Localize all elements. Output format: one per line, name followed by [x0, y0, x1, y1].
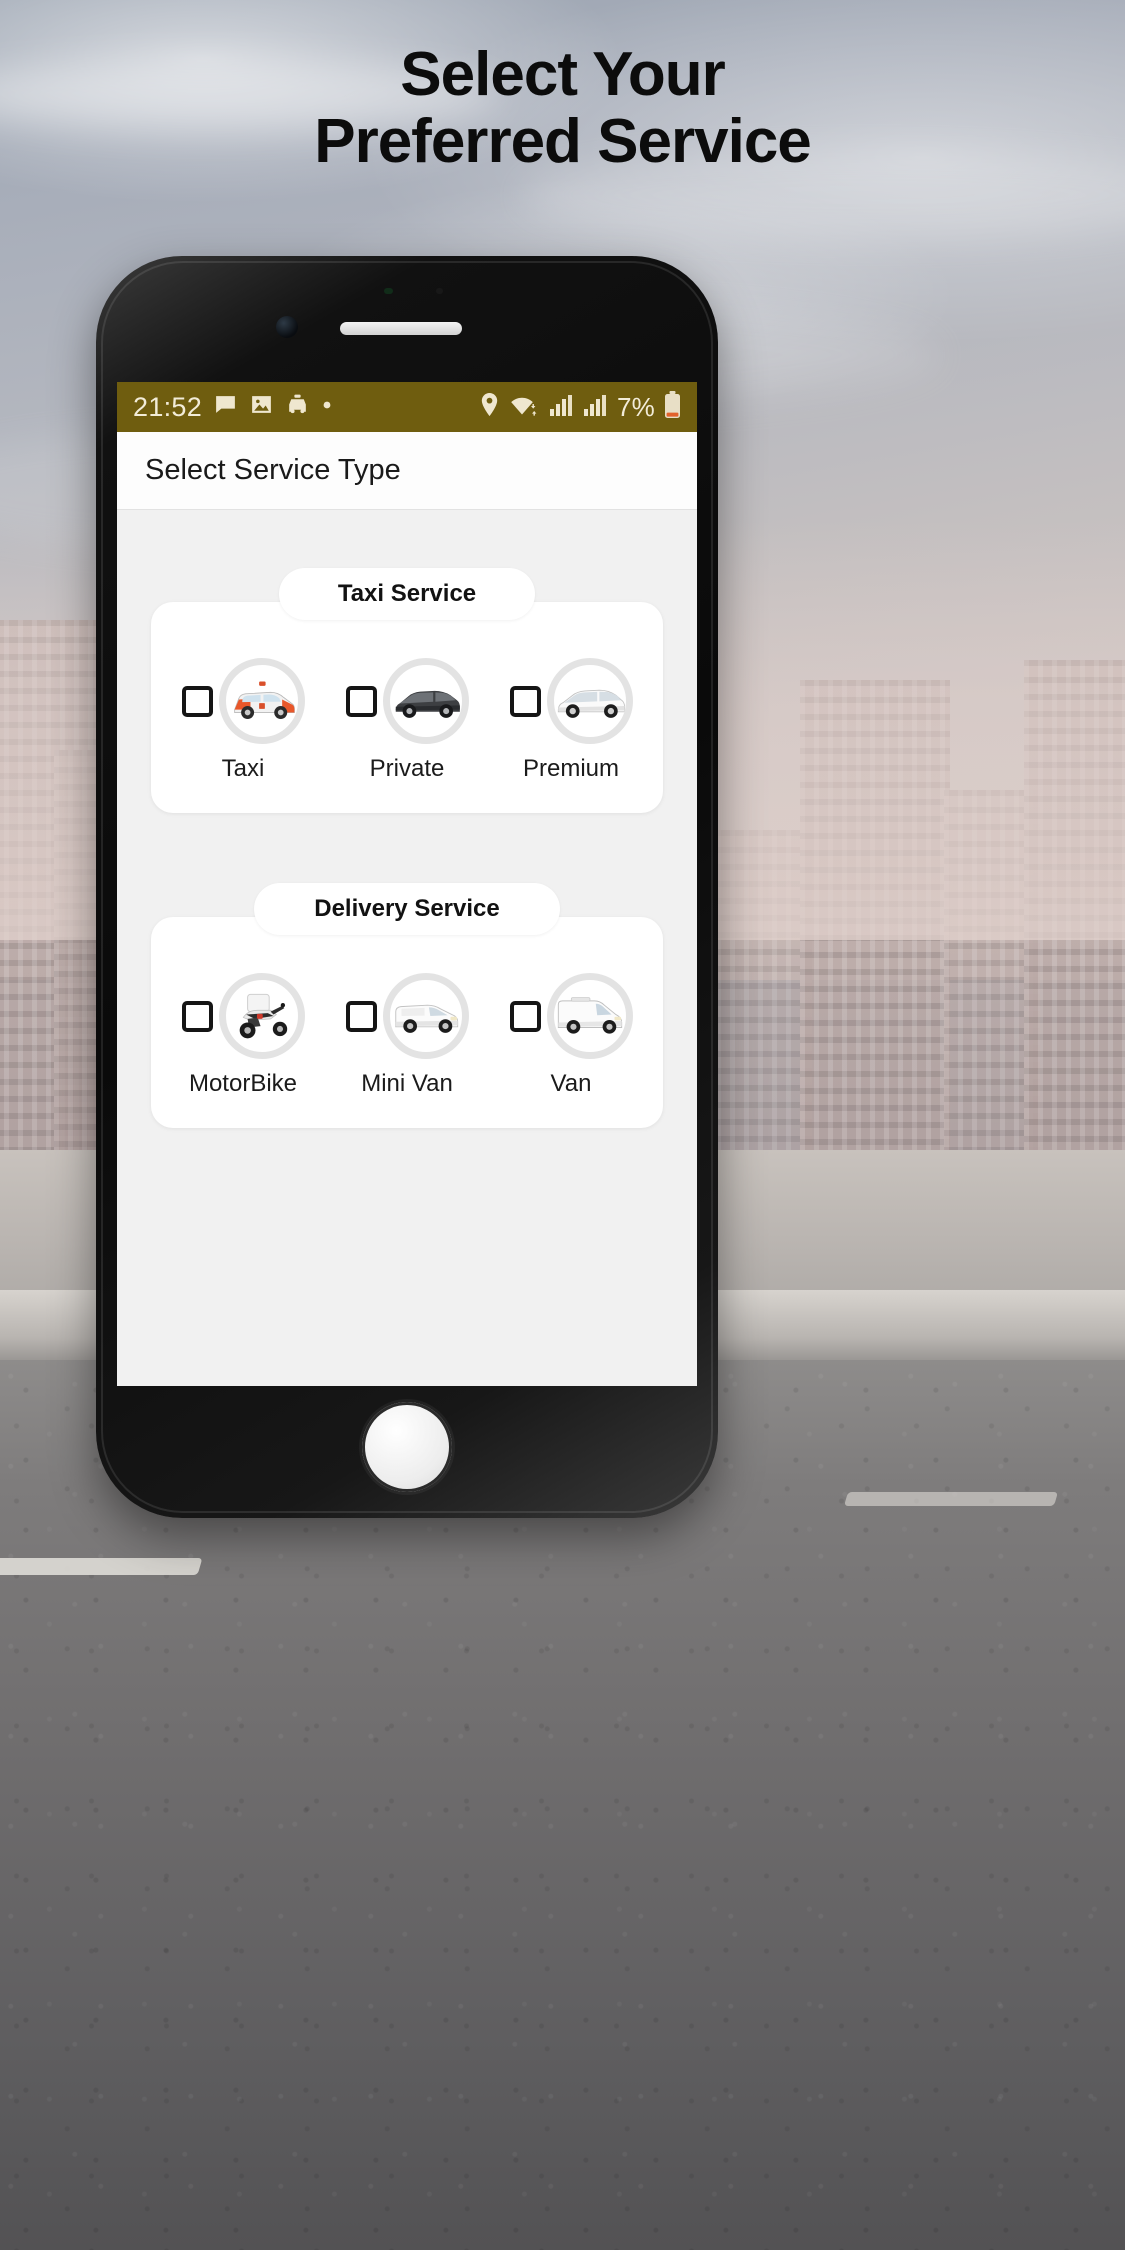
front-camera-icon	[276, 316, 298, 338]
section-title-taxi-service: Taxi Service	[279, 568, 535, 620]
battery-percent: 7%	[617, 391, 655, 422]
lane-marking	[843, 1492, 1059, 1506]
option-private[interactable]: Private	[332, 658, 482, 783]
option-van-control[interactable]	[509, 973, 633, 1059]
page-title-line-1: Select Your	[400, 40, 725, 109]
option-row-delivery: MotorBike Mini Van Van	[151, 973, 663, 1098]
section-delivery-service: Delivery Service MotorBike Mini Van Van	[117, 883, 697, 1128]
option-mini-van-control[interactable]	[345, 973, 469, 1059]
dot-more-icon	[321, 398, 333, 416]
app-bar: Select Service Type	[117, 432, 697, 510]
image-icon	[249, 392, 274, 422]
card-taxi-service: Taxi Private Premium	[151, 602, 663, 813]
option-van[interactable]: Van	[496, 973, 646, 1098]
sedan-dark-icon[interactable]	[382, 658, 469, 744]
option-premium[interactable]: Premium	[496, 658, 646, 783]
option-premium-control[interactable]	[509, 658, 633, 744]
scooter-icon[interactable]	[218, 973, 305, 1059]
status-time: 21:52	[133, 391, 203, 422]
checkbox-mini-van[interactable]	[345, 1000, 377, 1032]
option-motorbike-control[interactable]	[181, 973, 305, 1059]
page-title-line-2: Preferred Service	[314, 106, 812, 176]
mini-van-icon[interactable]	[382, 973, 469, 1059]
option-label-private: Private	[369, 755, 445, 782]
status-bar: 21:52 7%	[117, 382, 697, 432]
status-bar-left: 21:52	[133, 392, 333, 423]
option-label-taxi: Taxi	[221, 755, 265, 782]
message-icon	[213, 392, 238, 422]
signal-bars-icon	[549, 393, 574, 422]
phone-top-bezel	[96, 256, 718, 386]
checkbox-van[interactable]	[509, 1000, 541, 1032]
sensor-indicator-icon	[384, 288, 393, 294]
option-motorbike[interactable]: MotorBike	[168, 973, 318, 1098]
service-selection-content: Taxi Service Taxi Private Premium Delive…	[117, 510, 697, 1386]
option-private-control[interactable]	[345, 658, 469, 744]
earpiece-speaker	[340, 322, 462, 335]
signal-bars-2-icon	[583, 393, 608, 422]
option-taxi-control[interactable]	[181, 658, 305, 744]
option-label-motorbike: MotorBike	[188, 1070, 298, 1097]
option-mini-van[interactable]: Mini Van	[332, 973, 482, 1098]
checkbox-private[interactable]	[345, 685, 377, 717]
location-pin-icon	[478, 392, 501, 422]
battery-low-icon	[664, 390, 681, 424]
page-title: Select Your Preferred Service	[0, 40, 1125, 176]
option-taxi[interactable]: Taxi	[168, 658, 318, 783]
taxi-icon	[285, 392, 310, 422]
sedan-white-icon[interactable]	[546, 658, 633, 744]
app-bar-title: Select Service Type	[145, 454, 401, 486]
checkbox-premium[interactable]	[509, 685, 541, 717]
card-delivery-service: MotorBike Mini Van Van	[151, 917, 663, 1128]
option-label-premium: Premium	[522, 755, 619, 782]
taxi-car-icon[interactable]	[218, 658, 305, 744]
phone-screen: 21:52 7% Select Service Type Taxi Servic…	[117, 382, 697, 1386]
phone-mockup: 21:52 7% Select Service Type Taxi Servic…	[96, 256, 718, 1518]
proximity-sensor-icon	[436, 288, 443, 294]
section-taxi-service: Taxi Service Taxi Private Premium	[117, 568, 697, 813]
option-label-van: Van	[550, 1070, 592, 1097]
wifi-icon	[510, 392, 540, 422]
van-icon[interactable]	[546, 973, 633, 1059]
status-bar-right: 7%	[478, 390, 681, 424]
option-row-taxi: Taxi Private Premium	[151, 658, 663, 783]
checkbox-motorbike[interactable]	[181, 1000, 213, 1032]
option-label-mini-van: Mini Van	[361, 1070, 453, 1097]
lane-marking	[0, 1558, 203, 1575]
section-title-delivery-service: Delivery Service	[254, 883, 560, 935]
checkbox-taxi[interactable]	[181, 685, 213, 717]
home-button[interactable]	[362, 1402, 452, 1492]
